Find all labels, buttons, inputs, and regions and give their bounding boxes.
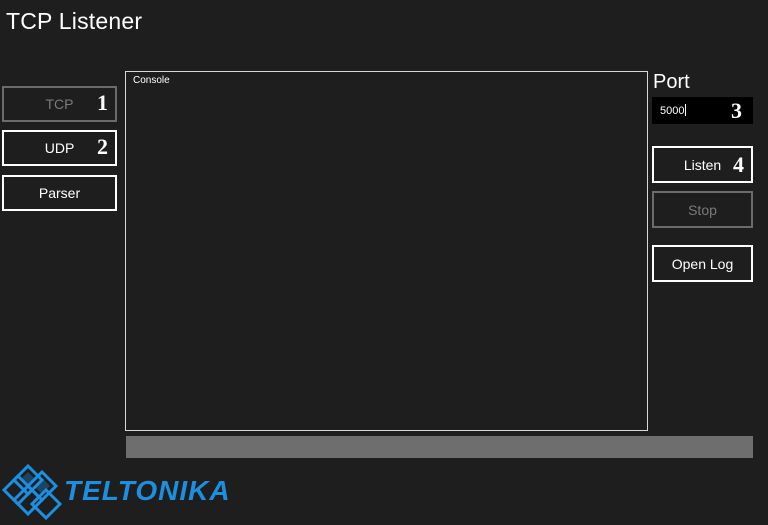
parser-button[interactable]: Parser bbox=[2, 175, 117, 211]
annotation-number-1: 1 bbox=[97, 90, 108, 115]
port-input-value: 5000 bbox=[660, 105, 685, 117]
stop-button[interactable]: Stop bbox=[652, 191, 753, 228]
stop-button-label: Stop bbox=[688, 201, 717, 218]
listen-button-label: Listen bbox=[683, 156, 722, 173]
teltonika-logo-text: TELTONIKA bbox=[64, 475, 231, 506]
annotation-number-4: 4 bbox=[733, 152, 744, 177]
console-panel[interactable]: Console bbox=[125, 71, 648, 431]
teltonika-logo-icon bbox=[1, 463, 63, 521]
progress-bar bbox=[126, 436, 753, 458]
open-log-button-label: Open Log bbox=[671, 255, 734, 272]
text-caret bbox=[685, 104, 687, 116]
annotation-number-2: 2 bbox=[97, 134, 108, 159]
annotation-number-3: 3 bbox=[731, 98, 742, 123]
tcp-button-label: TCP bbox=[45, 96, 74, 112]
open-log-button[interactable]: Open Log bbox=[652, 245, 753, 282]
udp-button-label: UDP bbox=[44, 140, 75, 156]
console-label: Console bbox=[133, 75, 170, 86]
window-title: TCP Listener bbox=[6, 8, 143, 34]
parser-button-label: Parser bbox=[38, 185, 81, 201]
teltonika-logo: TELTONIKA bbox=[1, 462, 272, 521]
port-label: Port bbox=[653, 71, 690, 93]
